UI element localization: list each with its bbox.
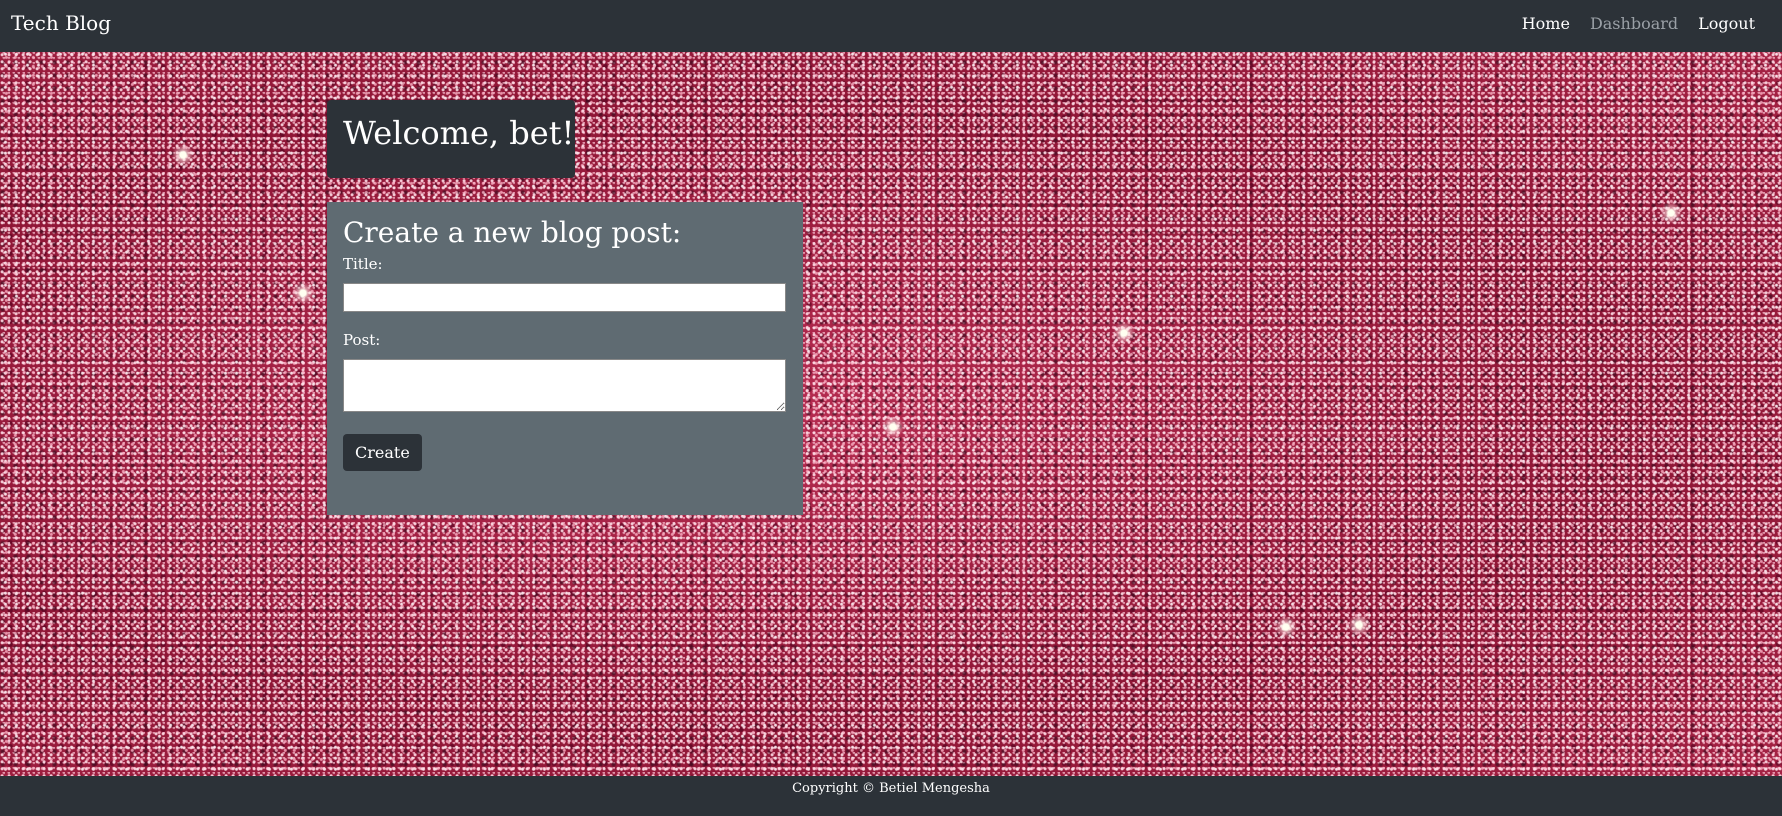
- copyright-text: Copyright © Betiel Mengesha: [792, 781, 990, 796]
- title-label: Title:: [343, 255, 383, 273]
- sparkle-decoration: [1660, 202, 1682, 224]
- nav-link-dashboard[interactable]: Dashboard: [1590, 14, 1678, 33]
- brand-link[interactable]: Tech Blog: [11, 11, 111, 35]
- title-input[interactable]: [343, 283, 786, 312]
- nav-links: Home Dashboard Logout: [1502, 14, 1755, 33]
- welcome-heading: Welcome, bet!: [343, 114, 575, 152]
- top-navbar: Tech Blog Home Dashboard Logout: [0, 0, 1782, 52]
- post-textarea[interactable]: [343, 359, 786, 412]
- create-button[interactable]: Create: [343, 434, 422, 471]
- nav-link-home[interactable]: Home: [1522, 14, 1570, 33]
- glitter-background-image: [0, 52, 1782, 776]
- post-label: Post:: [343, 331, 381, 349]
- sparkle-decoration: [1348, 614, 1370, 636]
- form-heading: Create a new blog post:: [343, 216, 682, 249]
- sparkle-decoration: [292, 282, 314, 304]
- sparkle-decoration: [1275, 616, 1297, 638]
- new-post-form: Create a new blog post: Title: Post: Cre…: [327, 202, 803, 515]
- sparkle-decoration: [1113, 322, 1135, 344]
- sparkle-decoration: [882, 416, 904, 438]
- footer: Copyright © Betiel Mengesha: [0, 776, 1782, 816]
- welcome-card: Welcome, bet!: [327, 100, 575, 178]
- nav-link-logout[interactable]: Logout: [1698, 14, 1755, 33]
- sparkle-decoration: [172, 144, 194, 166]
